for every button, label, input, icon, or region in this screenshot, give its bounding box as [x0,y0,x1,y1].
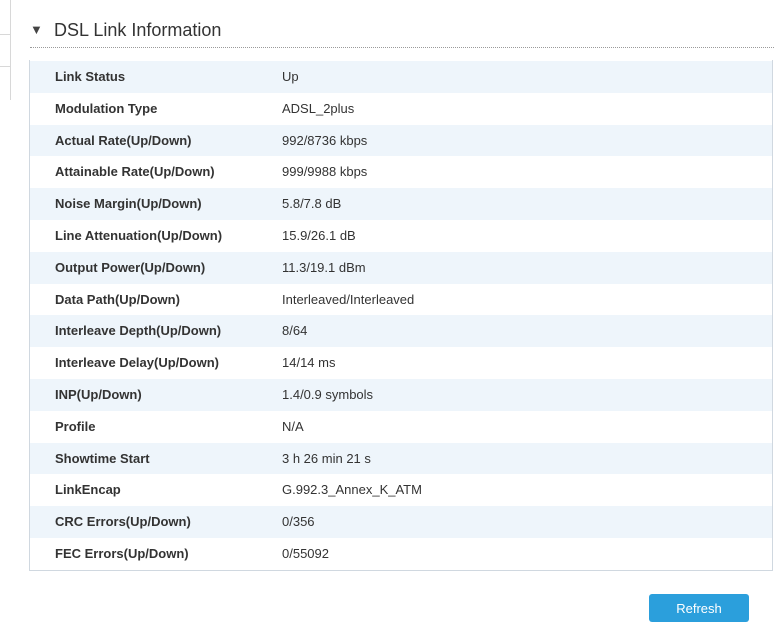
row-label: Link Status [55,69,126,84]
row-value: G.992.3_Annex_K_ATM [282,482,422,498]
section-title: DSL Link Information [54,20,222,40]
row-value: 15.9/26.1 dB [282,227,356,243]
row-label: Noise Margin(Up/Down) [55,196,202,212]
row-label: LinkEncap [55,482,121,498]
row-value: 11.3/19.1 dBm [282,259,366,275]
divider [0,66,10,67]
dsl-link-info-header[interactable]: ▼ DSL Link Information [30,14,774,48]
row-label: Line Attenuation(Up/Down) [55,227,223,243]
row-label: INP(Up/Down) [55,386,142,402]
table-row: Modulation Type ADSL_2plus [30,93,772,125]
collapse-triangle-icon[interactable]: ▼ [30,22,43,38]
row-label: Actual Rate(Up/Down) [55,132,192,148]
row-label: Modulation Type [55,100,158,116]
table-row: Interleave Depth(Up/Down) 8/64 [30,315,772,348]
table-row: Output Power(Up/Down) 11.3/19.1 dBm [30,251,772,284]
dsl-link-page: ▼ DSL Link Information Link Status Up Mo… [0,0,782,626]
table-row: Data Path(Up/Down) Interleaved/Interleav… [30,284,772,316]
table-row: Noise Margin(Up/Down) 5.8/7.8 dB [30,188,772,220]
row-value: Up [282,69,299,84]
row-value: 5.8/7.8 dB [282,196,342,212]
row-label: Output Power(Up/Down) [55,259,206,275]
table-row: Actual Rate(Up/Down) 992/8736 kbps [30,124,772,157]
row-label: CRC Errors(Up/Down) [55,514,191,530]
left-panel-edge [0,0,11,100]
dsl-info-table: Link Status Up Modulation Type ADSL_2plu… [29,60,773,571]
row-label: Interleave Depth(Up/Down) [55,323,222,339]
row-label: Showtime Start [55,450,150,466]
row-value: 8/64 [282,323,308,339]
row-value: ADSL_2plus [282,100,355,116]
row-value: Interleaved/Interleaved [282,291,415,307]
table-row: Line Attenuation(Up/Down) 15.9/26.1 dB [30,220,772,252]
table-row: LinkEncap G.992.3_Annex_K_ATM [30,474,772,506]
row-label: FEC Errors(Up/Down) [55,545,189,561]
row-value: 0/356 [282,514,315,530]
table-row: FEC Errors(Up/Down) 0/55092 [30,538,772,570]
row-value: N/A [282,418,304,434]
table-row: Interleave Delay(Up/Down) 14/14 ms [30,347,772,379]
row-value: 1.4/0.9 symbols [282,386,374,402]
row-value: 14/14 ms [282,355,336,371]
row-value: 999/9988 kbps [282,164,368,180]
row-label: Interleave Delay(Up/Down) [55,355,219,371]
table-row: Showtime Start 3 h 26 min 21 s [30,442,772,475]
row-label: Data Path(Up/Down) [55,291,180,307]
row-value: 992/8736 kbps [282,132,368,148]
table-row: Profile N/A [30,411,772,443]
row-label: Profile [55,418,96,434]
row-value: 3 h 26 min 21 s [282,450,371,466]
table-row: INP(Up/Down) 1.4/0.9 symbols [30,378,772,411]
table-row: CRC Errors(Up/Down) 0/356 [30,506,772,538]
row-value: 0/55092 [282,545,329,561]
divider [0,34,10,35]
refresh-button[interactable]: Refresh [649,594,749,622]
table-row: Link Status Up [30,61,772,93]
row-label: Attainable Rate(Up/Down) [55,164,215,180]
table-row: Attainable Rate(Up/Down) 999/9988 kbps [30,156,772,188]
